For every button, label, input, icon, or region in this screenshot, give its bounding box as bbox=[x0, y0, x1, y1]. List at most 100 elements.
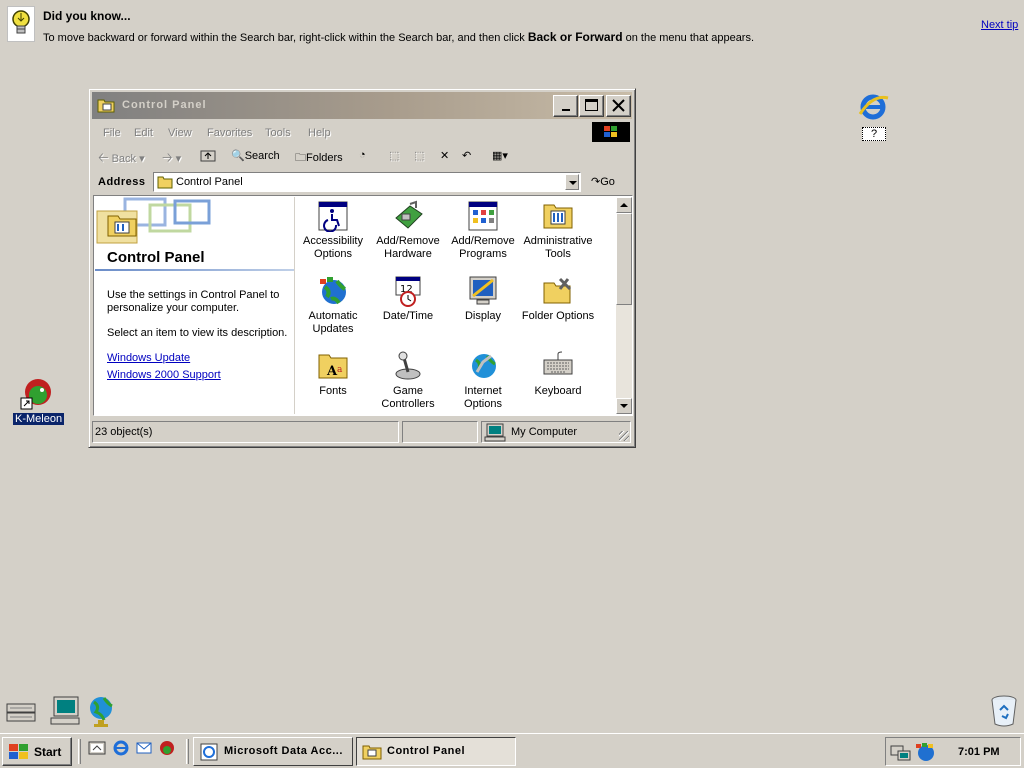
folder-options-item[interactable]: Folder Options bbox=[520, 275, 596, 323]
fonts-item[interactable]: A a Fonts bbox=[295, 350, 371, 398]
display-item[interactable]: Display bbox=[445, 275, 521, 323]
scroll-up-button[interactable] bbox=[616, 197, 632, 213]
network-desktop-icon[interactable] bbox=[4, 698, 38, 726]
automatic-updates-icon bbox=[320, 277, 346, 305]
menu-file[interactable]: File bbox=[103, 127, 121, 139]
address-label: Address bbox=[98, 176, 146, 188]
recycle-bin-icon bbox=[991, 695, 1017, 727]
up-folder-button[interactable] bbox=[200, 148, 216, 165]
resize-grip[interactable] bbox=[619, 431, 629, 441]
status-empty-pane bbox=[402, 421, 478, 443]
minimize-button[interactable] bbox=[553, 95, 578, 117]
delete-x-icon: ✕ bbox=[440, 150, 450, 162]
status-zone-pane: My Computer bbox=[481, 421, 631, 443]
address-dropdown-button[interactable] bbox=[565, 174, 579, 190]
add-remove-hardware-item[interactable]: Add/Remove Hardware bbox=[370, 200, 446, 261]
quick-launch-outlook[interactable] bbox=[135, 739, 153, 760]
back-arrow-icon: 🡠 bbox=[98, 150, 109, 165]
tip-text: To move backward or forward within the S… bbox=[43, 30, 755, 44]
add-remove-programs-item[interactable]: Add/Remove Programs bbox=[445, 200, 521, 261]
hardware-icon bbox=[395, 200, 423, 229]
tray-network[interactable] bbox=[890, 742, 912, 765]
window-titlebar[interactable]: Control Panel bbox=[92, 92, 632, 119]
system-tray: 7:01 PM bbox=[885, 737, 1021, 766]
k-meleon-icon bbox=[20, 379, 51, 410]
copy-to-icon: ⬚ bbox=[414, 150, 425, 162]
my-computer-small-icon bbox=[484, 423, 506, 442]
control-panel-window: Control Panel File Edit View Favorites T… bbox=[88, 88, 636, 448]
start-button[interactable]: Start bbox=[2, 737, 72, 766]
data-access-icon bbox=[200, 743, 218, 761]
quick-launch-ie[interactable] bbox=[112, 739, 130, 760]
globe-desktop-icon[interactable] bbox=[86, 694, 120, 728]
control-panel-task-icon bbox=[362, 745, 382, 760]
clock[interactable]: 7:01 PM bbox=[958, 746, 1000, 758]
close-icon bbox=[612, 99, 625, 112]
internet-options-item[interactable]: Internet Options bbox=[445, 350, 521, 411]
menu-view[interactable]: View bbox=[168, 127, 192, 139]
k-meleon-desktop-icon[interactable] bbox=[20, 378, 54, 410]
history-button[interactable]: ◔ bbox=[359, 149, 366, 161]
task-microsoft-data-access[interactable]: Microsoft Data Acc... bbox=[193, 737, 353, 766]
accessibility-icon bbox=[318, 201, 348, 232]
quick-launch-k-meleon[interactable] bbox=[158, 739, 176, 760]
quick-launch-desktop[interactable] bbox=[88, 739, 106, 760]
my-computer-desktop-icon[interactable] bbox=[48, 694, 82, 728]
task-area-grip[interactable] bbox=[186, 739, 189, 764]
quick-launch-grip[interactable] bbox=[78, 739, 81, 764]
delete-button[interactable]: ✕ bbox=[440, 149, 449, 162]
address-input[interactable]: Control Panel bbox=[153, 172, 581, 192]
vertical-scrollbar[interactable] bbox=[616, 197, 632, 414]
internet-explorer-desktop-icon[interactable] bbox=[856, 90, 890, 124]
panel-description: Use the settings in Control Panel to per… bbox=[107, 289, 280, 314]
close-button[interactable] bbox=[606, 95, 631, 117]
task-control-panel[interactable]: Control Panel bbox=[356, 737, 516, 766]
network-icon bbox=[6, 703, 36, 722]
scroll-down-arrow-icon bbox=[620, 404, 628, 408]
tip-title: Did you know... bbox=[43, 9, 131, 23]
views-button[interactable]: ▦▾ bbox=[492, 149, 508, 162]
programs-icon bbox=[468, 201, 498, 231]
automatic-updates-item[interactable]: Automatic Updates bbox=[295, 275, 371, 336]
show-desktop-icon bbox=[88, 741, 106, 755]
menu-help[interactable]: Help bbox=[308, 127, 331, 139]
keyboard-item[interactable]: Keyboard bbox=[520, 350, 596, 398]
back-button[interactable]: 🡠 Back ▾ bbox=[98, 149, 145, 171]
folders-button[interactable]: 🗀Folders bbox=[295, 149, 343, 168]
menu-favorites[interactable]: Favorites bbox=[207, 127, 252, 139]
undo-button[interactable]: ↶ bbox=[462, 149, 471, 162]
game-controllers-item[interactable]: Game Controllers bbox=[370, 350, 446, 411]
scrollbar-thumb[interactable] bbox=[616, 213, 632, 305]
forward-button[interactable]: 🡢 ▾ bbox=[162, 149, 181, 171]
windows-update-tray-icon bbox=[916, 743, 934, 761]
maximize-button[interactable] bbox=[579, 95, 604, 117]
internet-explorer-label[interactable]: ? bbox=[862, 127, 886, 141]
go-arrow-icon: ↷ bbox=[591, 176, 601, 188]
go-button[interactable]: ↷Go bbox=[591, 175, 615, 188]
menu-edit[interactable]: Edit bbox=[134, 127, 153, 139]
date-time-item[interactable]: 12 Date/Time bbox=[370, 275, 446, 323]
scroll-down-button[interactable] bbox=[616, 398, 632, 414]
up-folder-icon bbox=[200, 150, 216, 162]
move-to-button[interactable]: ⬚ bbox=[389, 149, 399, 162]
accessibility-options-item[interactable]: Accessibility Options bbox=[295, 200, 371, 261]
search-button[interactable]: 🔍Search bbox=[231, 149, 280, 162]
control-panel-icons-view: Accessibility Options Add/Remove Hardware bbox=[294, 197, 616, 414]
tray-updates[interactable] bbox=[914, 742, 936, 765]
copy-to-button[interactable]: ⬚ bbox=[414, 149, 424, 162]
administrative-tools-item[interactable]: Administrative Tools bbox=[520, 200, 596, 261]
windows-update-link[interactable]: Windows Update bbox=[107, 352, 190, 364]
minimize-icon bbox=[562, 109, 570, 111]
next-tip-link[interactable]: Next tip bbox=[981, 19, 1018, 31]
joystick-icon bbox=[395, 351, 421, 380]
k-meleon-label[interactable]: K-Meleon bbox=[13, 413, 65, 425]
scroll-up-arrow-icon bbox=[620, 203, 628, 207]
date-time-icon: 12 bbox=[395, 276, 421, 307]
webview-info-panel: Control Panel Use the settings in Contro… bbox=[95, 197, 295, 414]
menu-tools[interactable]: Tools bbox=[265, 127, 291, 139]
maximize-icon bbox=[585, 99, 598, 111]
folders-icon: 🗀 bbox=[295, 152, 306, 164]
address-bar: Address Control Panel ↷Go bbox=[92, 170, 632, 194]
windows-2000-support-link[interactable]: Windows 2000 Support bbox=[107, 369, 221, 381]
recycle-bin-desktop-icon[interactable] bbox=[988, 694, 1020, 728]
